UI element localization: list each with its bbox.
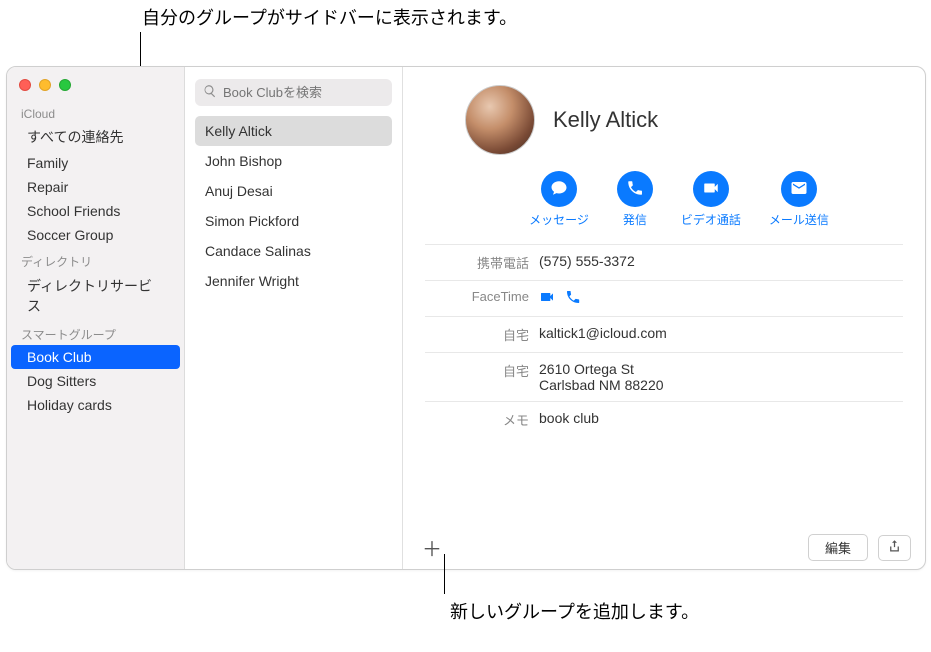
field-label-memo: メモ bbox=[429, 410, 539, 429]
message-button[interactable]: メッセージ bbox=[529, 171, 589, 228]
sidebar-item[interactable]: Soccer Group bbox=[11, 223, 180, 247]
field-label-facetime: FaceTime bbox=[429, 289, 539, 304]
sidebar-item[interactable]: School Friends bbox=[11, 199, 180, 223]
video-label: ビデオ通話 bbox=[681, 211, 741, 228]
bottom-toolbar: ＋ 編集 bbox=[403, 526, 925, 569]
window-controls bbox=[7, 75, 184, 101]
sidebar-item[interactable]: Repair bbox=[11, 175, 180, 199]
search-icon bbox=[203, 84, 217, 101]
video-icon bbox=[702, 179, 720, 200]
share-button[interactable] bbox=[878, 535, 911, 561]
phone-icon bbox=[626, 179, 644, 200]
field-label-mobile: 携帯電話 bbox=[429, 253, 539, 272]
contact-list: Kelly AltickJohn BishopAnuj DesaiSimon P… bbox=[195, 116, 392, 296]
field-mobile: 携帯電話 (575) 555-3372 bbox=[425, 245, 903, 281]
zoom-window-button[interactable] bbox=[59, 79, 71, 91]
contacts-window: iCloudすべての連絡先FamilyRepairSchool FriendsS… bbox=[6, 66, 926, 570]
field-value-memo[interactable]: book club bbox=[539, 410, 899, 426]
plus-icon: ＋ bbox=[422, 533, 442, 562]
facetime-audio-icon[interactable] bbox=[565, 289, 581, 308]
action-row: メッセージ 発信 ビデオ通話 メール送信 bbox=[425, 171, 903, 228]
field-facetime: FaceTime bbox=[425, 281, 903, 317]
add-button[interactable]: ＋ bbox=[417, 536, 447, 560]
mail-label: メール送信 bbox=[769, 211, 829, 228]
sidebar: iCloudすべての連絡先FamilyRepairSchool FriendsS… bbox=[7, 67, 185, 569]
contact-avatar[interactable] bbox=[465, 85, 535, 155]
mail-icon bbox=[790, 179, 808, 200]
contact-list-item[interactable]: Kelly Altick bbox=[195, 116, 392, 146]
sidebar-item[interactable]: Holiday cards bbox=[11, 393, 180, 417]
field-value-home-address[interactable]: 2610 Ortega St Carlsbad NM 88220 bbox=[539, 361, 899, 393]
message-icon bbox=[550, 179, 568, 200]
field-home-address: 自宅 2610 Ortega St Carlsbad NM 88220 bbox=[425, 353, 903, 402]
field-value-home-email[interactable]: kaltick1@icloud.com bbox=[539, 325, 899, 341]
sidebar-section-header: ディレクトリ bbox=[7, 247, 184, 272]
callout-bottom: 新しいグループを追加します。 bbox=[450, 598, 699, 624]
minimize-window-button[interactable] bbox=[39, 79, 51, 91]
contact-list-item[interactable]: Candace Salinas bbox=[195, 236, 392, 266]
field-list: 携帯電話 (575) 555-3372 FaceTime 自宅 kaltick1… bbox=[425, 244, 903, 437]
search-field[interactable] bbox=[195, 79, 392, 106]
field-memo: メモ book club bbox=[425, 402, 903, 437]
field-label-home-email: 自宅 bbox=[429, 325, 539, 344]
contact-list-item[interactable]: Simon Pickford bbox=[195, 206, 392, 236]
sidebar-item[interactable]: Dog Sitters bbox=[11, 369, 180, 393]
sidebar-item[interactable]: すべての連絡先 bbox=[11, 123, 180, 151]
message-label: メッセージ bbox=[529, 211, 589, 228]
video-call-button[interactable]: ビデオ通話 bbox=[681, 171, 741, 228]
address-line-2: Carlsbad NM 88220 bbox=[539, 377, 899, 393]
callout-line-bottom bbox=[444, 554, 445, 594]
field-value-mobile[interactable]: (575) 555-3372 bbox=[539, 253, 899, 269]
sidebar-item[interactable]: ディレクトリサービス bbox=[11, 272, 180, 320]
sidebar-item[interactable]: Book Club bbox=[11, 345, 180, 369]
sidebar-section-header: iCloud bbox=[7, 101, 184, 123]
close-window-button[interactable] bbox=[19, 79, 31, 91]
share-icon bbox=[887, 539, 902, 557]
contact-list-item[interactable]: Anuj Desai bbox=[195, 176, 392, 206]
search-input[interactable] bbox=[223, 85, 399, 100]
address-line-1: 2610 Ortega St bbox=[539, 361, 899, 377]
callout-top: 自分のグループがサイドバーに表示されます。 bbox=[142, 4, 517, 30]
contact-list-item[interactable]: Jennifer Wright bbox=[195, 266, 392, 296]
field-value-facetime bbox=[539, 289, 899, 308]
sidebar-item[interactable]: Family bbox=[11, 151, 180, 175]
contact-detail-pane: Kelly Altick メッセージ 発信 ビデオ通話 メール送信 携帯電話 bbox=[403, 67, 925, 569]
field-label-home-address: 自宅 bbox=[429, 361, 539, 380]
contact-name: Kelly Altick bbox=[553, 107, 658, 133]
sidebar-section-header: スマートグループ bbox=[7, 320, 184, 345]
field-home-email: 自宅 kaltick1@icloud.com bbox=[425, 317, 903, 353]
edit-button[interactable]: 編集 bbox=[808, 534, 868, 561]
call-label: 発信 bbox=[623, 211, 647, 228]
detail-header: Kelly Altick bbox=[425, 85, 903, 155]
call-button[interactable]: 発信 bbox=[617, 171, 653, 228]
mail-button[interactable]: メール送信 bbox=[769, 171, 829, 228]
contact-list-column: Kelly AltickJohn BishopAnuj DesaiSimon P… bbox=[185, 67, 403, 569]
contact-list-item[interactable]: John Bishop bbox=[195, 146, 392, 176]
facetime-video-icon[interactable] bbox=[539, 289, 555, 308]
